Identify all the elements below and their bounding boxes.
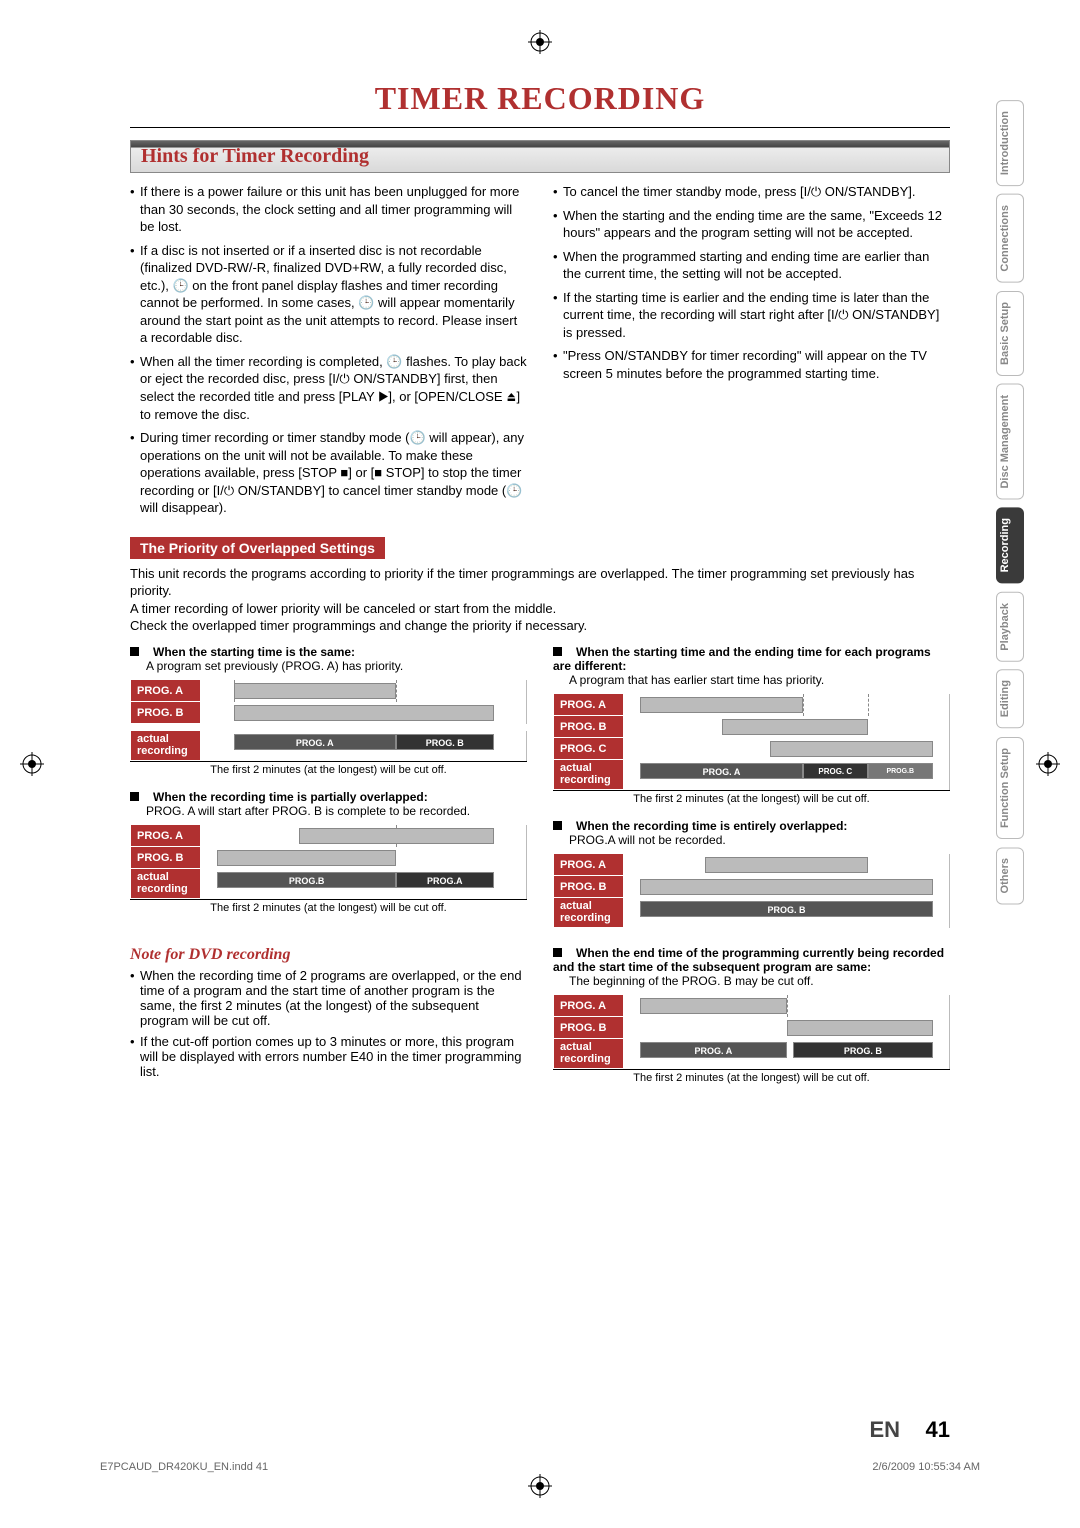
cutoff-note: The first 2 minutes (at the longest) wil… (130, 899, 527, 914)
chart-scen5: PROG. A PROG. B actual recording PROG. A… (553, 994, 950, 1084)
hints-left-list: If there is a power failure or this unit… (130, 183, 527, 523)
page-title: TIMER RECORDING (100, 80, 980, 117)
dvd-note-right: When the end time of the programming cur… (553, 946, 950, 1090)
dvd-note-left: Note for DVD recording When the recordin… (130, 946, 527, 1090)
scenario-right-col: When the starting time and the ending ti… (553, 645, 950, 934)
priority-line: A timer recording of lower priority will… (130, 600, 950, 618)
footer-timestamp: 2/6/2009 10:55:34 AM (872, 1461, 980, 1473)
scen5-sub: The beginning of the PROG. B may be cut … (569, 974, 950, 988)
side-tab-playback[interactable]: Playback (996, 592, 1024, 662)
square-bullet-icon (130, 792, 139, 801)
hint-item: When the starting and the ending time ar… (553, 207, 950, 242)
priority-subheader: The Priority of Overlapped Settings (130, 537, 385, 559)
hint-item: When all the timer recording is complete… (130, 353, 527, 423)
scen5-head: When the end time of the programming cur… (553, 946, 944, 974)
side-tab-others[interactable]: Others (996, 847, 1024, 904)
hint-item: During timer recording or timer standby … (130, 429, 527, 517)
title-underline (130, 127, 950, 128)
footer-file: E7PCAUD_DR420KU_EN.indd 41 (100, 1461, 268, 1473)
scen2-sub: A program that has earlier start time ha… (569, 673, 950, 687)
side-tab-recording[interactable]: Recording (996, 507, 1024, 583)
scenario-left-col: When the starting time is the same: A pr… (130, 645, 527, 934)
hint-item: If the starting time is earlier and the … (553, 289, 950, 342)
page-language: EN (869, 1417, 900, 1443)
hints-columns: If there is a power failure or this unit… (130, 183, 950, 523)
side-tab-connections[interactable]: Connections (996, 194, 1024, 283)
register-mark-bottom (528, 1474, 552, 1498)
chart-scen2: PROG. A PROG. B PROG. C actual recording… (553, 693, 950, 805)
square-bullet-icon (553, 647, 562, 656)
hint-item: If a disc is not inserted or if a insert… (130, 242, 527, 347)
side-tab-basic-setup[interactable]: Basic Setup (996, 291, 1024, 376)
scen1-sub: A program set previously (PROG. A) has p… (146, 659, 527, 673)
dvd-note-item: If the cut-off portion comes up to 3 min… (130, 1034, 527, 1079)
scen4-head: When the recording time is entirely over… (576, 819, 847, 833)
cutoff-note: The first 2 minutes (at the longest) wil… (553, 1069, 950, 1084)
scen3-head: When the recording time is partially ove… (153, 790, 428, 804)
section-header-hints: Hints for Timer Recording (130, 140, 950, 173)
square-bullet-icon (130, 647, 139, 656)
dvd-note-title: Note for DVD recording (130, 946, 527, 964)
footer: E7PCAUD_DR420KU_EN.indd 41 2/6/2009 10:5… (100, 1461, 980, 1473)
scen1-head: When the starting time is the same: (153, 645, 355, 659)
scen3-sub: PROG. A will start after PROG. B is comp… (146, 804, 527, 818)
priority-line: Check the overlapped timer programmings … (130, 617, 950, 635)
dvd-note-item: When the recording time of 2 programs ar… (130, 968, 527, 1028)
side-tab-introduction[interactable]: Introduction (996, 100, 1024, 186)
priority-body: This unit records the programs according… (130, 565, 950, 635)
scen2-head: When the starting time and the ending ti… (553, 645, 931, 673)
cutoff-note: The first 2 minutes (at the longest) wil… (553, 790, 950, 805)
cutoff-note: The first 2 minutes (at the longest) wil… (130, 761, 527, 776)
side-tab-function-setup[interactable]: Function Setup (996, 737, 1024, 839)
priority-line: This unit records the programs according… (130, 565, 950, 600)
chart-scen1: PROG. A PROG. B actual recording PROG. A… (130, 679, 527, 776)
hint-item: If there is a power failure or this unit… (130, 183, 527, 236)
scen4-sub: PROG.A will not be recorded. (569, 833, 950, 847)
hint-item: To cancel the timer standby mode, press … (553, 183, 950, 201)
register-mark-left (20, 752, 44, 776)
side-tab-disc-management[interactable]: Disc Management (996, 384, 1024, 500)
hints-right-list: To cancel the timer standby mode, press … (553, 183, 950, 523)
square-bullet-icon (553, 821, 562, 830)
page: TIMER RECORDING Hints for Timer Recordin… (0, 0, 1080, 1528)
side-tabs: Introduction Connections Basic Setup Dis… (996, 100, 1024, 904)
chart-scen4: PROG. A PROG. B actual recording PROG. B (553, 853, 950, 928)
hint-item: When the programmed starting and ending … (553, 248, 950, 283)
hint-item: "Press ON/STANDBY for timer recording" w… (553, 347, 950, 382)
square-bullet-icon (553, 948, 562, 957)
register-mark-right (1036, 752, 1060, 776)
chart-scen3: PROG. A PROG. B actual recording PROG.B … (130, 824, 527, 914)
register-mark-top (528, 30, 552, 54)
page-number: 41 (926, 1417, 950, 1443)
side-tab-editing[interactable]: Editing (996, 669, 1024, 728)
